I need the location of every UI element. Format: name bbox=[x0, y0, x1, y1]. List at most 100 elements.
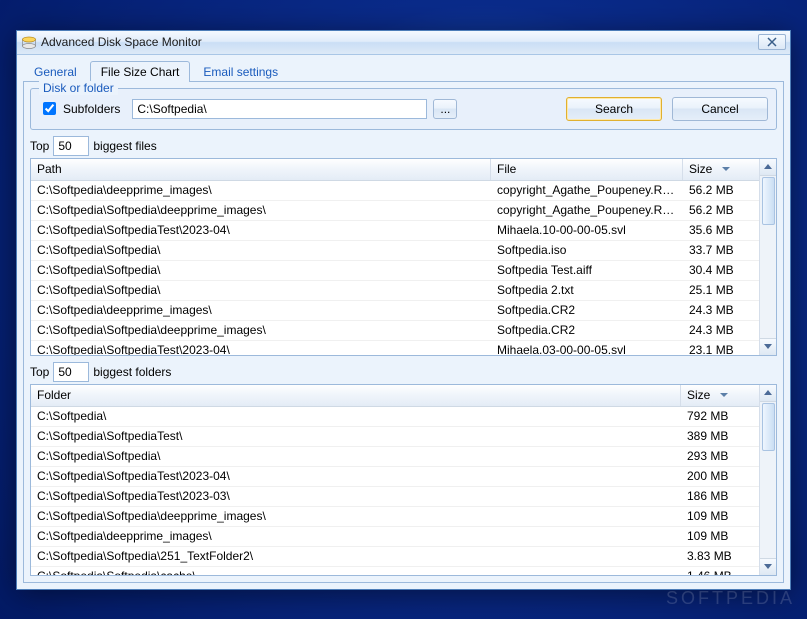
scroll-up-button[interactable] bbox=[760, 385, 776, 402]
disk-or-folder-group: Disk or folder Subfolders ... Search Can… bbox=[30, 88, 777, 130]
tab-panel: Disk or folder Subfolders ... Search Can… bbox=[23, 81, 784, 583]
folders-header-size[interactable]: Size bbox=[681, 385, 759, 406]
cell-folder: C:\Softpedia\Softpedia\251_TextFolder2\ bbox=[31, 549, 681, 563]
cell-size: 35.6 MB bbox=[683, 223, 759, 237]
cell-folder: C:\Softpedia\Softpedia\ bbox=[31, 449, 681, 463]
cell-folder: C:\Softpedia\Softpedia\cache\ bbox=[31, 569, 681, 575]
window-title: Advanced Disk Space Monitor bbox=[41, 35, 758, 49]
cell-size: 200 MB bbox=[681, 469, 759, 483]
app-icon bbox=[21, 34, 37, 50]
cell-file: Softpedia Test.aiff bbox=[491, 263, 683, 277]
cell-folder: C:\Softpedia\ bbox=[31, 409, 681, 423]
table-row[interactable]: C:\Softpedia\792 MB bbox=[31, 407, 759, 427]
cell-file: Softpedia.iso bbox=[491, 243, 683, 257]
search-button[interactable]: Search bbox=[566, 97, 662, 121]
cell-path: C:\Softpedia\Softpedia\ bbox=[31, 263, 491, 277]
folders-top-row: Top biggest folders bbox=[30, 362, 777, 382]
folders-header-folder[interactable]: Folder bbox=[31, 385, 681, 406]
cell-size: 792 MB bbox=[681, 409, 759, 423]
folders-table: Folder Size C:\Softpedia\792 MBC:\Softpe… bbox=[30, 384, 777, 576]
subfolders-label: Subfolders bbox=[63, 102, 120, 116]
tab-email-settings[interactable]: Email settings bbox=[192, 61, 289, 82]
titlebar[interactable]: Advanced Disk Space Monitor bbox=[17, 31, 790, 55]
table-row[interactable]: C:\Softpedia\SoftpediaTest\2023-04\Mihae… bbox=[31, 341, 759, 355]
table-row[interactable]: C:\Softpedia\SoftpediaTest\2023-03\186 M… bbox=[31, 487, 759, 507]
scroll-thumb[interactable] bbox=[762, 403, 775, 451]
table-row[interactable]: C:\Softpedia\deepprime_images\Softpedia.… bbox=[31, 301, 759, 321]
cancel-button[interactable]: Cancel bbox=[672, 97, 768, 121]
table-row[interactable]: C:\Softpedia\Softpedia\deepprime_images\… bbox=[31, 201, 759, 221]
cell-size: 109 MB bbox=[681, 509, 759, 523]
table-row[interactable]: C:\Softpedia\Softpedia\Softpedia 2.txt25… bbox=[31, 281, 759, 301]
close-button[interactable] bbox=[758, 34, 786, 50]
cell-path: C:\Softpedia\deepprime_images\ bbox=[31, 303, 491, 317]
main-window: Advanced Disk Space Monitor General File… bbox=[16, 30, 791, 590]
cell-size: 24.3 MB bbox=[683, 323, 759, 337]
table-row[interactable]: C:\Softpedia\SoftpediaTest\389 MB bbox=[31, 427, 759, 447]
cell-size: 56.2 MB bbox=[683, 183, 759, 197]
cell-file: Softpedia.CR2 bbox=[491, 323, 683, 337]
scroll-up-button[interactable] bbox=[760, 159, 776, 176]
path-input[interactable] bbox=[132, 99, 427, 119]
cell-file: copyright_Agathe_Poupeney.RAF bbox=[491, 183, 683, 197]
chevron-up-icon bbox=[764, 164, 772, 169]
cell-path: C:\Softpedia\Softpedia\ bbox=[31, 283, 491, 297]
files-top-input[interactable] bbox=[53, 136, 89, 156]
cell-file: copyright_Agathe_Poupeney.RAF bbox=[491, 203, 683, 217]
cell-file: Mihaela.03-00-00-05.svl bbox=[491, 343, 683, 355]
table-row[interactable]: C:\Softpedia\Softpedia\Softpedia.iso33.7… bbox=[31, 241, 759, 261]
subfolders-checkbox-wrap[interactable]: Subfolders bbox=[39, 99, 120, 118]
cell-folder: C:\Softpedia\Softpedia\deepprime_images\ bbox=[31, 509, 681, 523]
cell-size: 30.4 MB bbox=[683, 263, 759, 277]
cell-size: 389 MB bbox=[681, 429, 759, 443]
content-area: General File Size Chart Email settings D… bbox=[17, 55, 790, 589]
table-row[interactable]: C:\Softpedia\deepprime_images\copyright_… bbox=[31, 181, 759, 201]
table-row[interactable]: C:\Softpedia\Softpedia\deepprime_images\… bbox=[31, 321, 759, 341]
cell-path: C:\Softpedia\Softpedia\ bbox=[31, 243, 491, 257]
cell-path: C:\Softpedia\Softpedia\deepprime_images\ bbox=[31, 203, 491, 217]
cell-folder: C:\Softpedia\deepprime_images\ bbox=[31, 529, 681, 543]
cell-size: 24.3 MB bbox=[683, 303, 759, 317]
cell-path: C:\Softpedia\deepprime_images\ bbox=[31, 183, 491, 197]
table-row[interactable]: C:\Softpedia\Softpedia\Softpedia Test.ai… bbox=[31, 261, 759, 281]
scroll-down-button[interactable] bbox=[760, 558, 776, 575]
folders-top-input[interactable] bbox=[53, 362, 89, 382]
table-row[interactable]: C:\Softpedia\Softpedia\deepprime_images\… bbox=[31, 507, 759, 527]
tab-general[interactable]: General bbox=[23, 61, 88, 82]
tab-bar: General File Size Chart Email settings bbox=[23, 61, 784, 82]
files-top-prefix: Top bbox=[30, 139, 49, 153]
table-row[interactable]: C:\Softpedia\SoftpediaTest\2023-04\Mihae… bbox=[31, 221, 759, 241]
table-row[interactable]: C:\Softpedia\SoftpediaTest\2023-04\200 M… bbox=[31, 467, 759, 487]
cell-file: Mihaela.10-00-00-05.svl bbox=[491, 223, 683, 237]
cell-size: 25.1 MB bbox=[683, 283, 759, 297]
cell-path: C:\Softpedia\SoftpediaTest\2023-04\ bbox=[31, 223, 491, 237]
folders-top-prefix: Top bbox=[30, 365, 49, 379]
cell-size: 56.2 MB bbox=[683, 203, 759, 217]
cell-size: 3.83 MB bbox=[681, 549, 759, 563]
table-row[interactable]: C:\Softpedia\deepprime_images\109 MB bbox=[31, 527, 759, 547]
watermark: SOFTPEDIA bbox=[666, 588, 795, 609]
cell-size: 33.7 MB bbox=[683, 243, 759, 257]
table-row[interactable]: C:\Softpedia\Softpedia\293 MB bbox=[31, 447, 759, 467]
folders-scrollbar[interactable] bbox=[759, 385, 776, 575]
browse-button[interactable]: ... bbox=[433, 99, 457, 119]
files-top-row: Top biggest files bbox=[30, 136, 777, 156]
folders-top-suffix: biggest folders bbox=[93, 365, 171, 379]
table-row[interactable]: C:\Softpedia\Softpedia\251_TextFolder2\3… bbox=[31, 547, 759, 567]
scroll-thumb[interactable] bbox=[762, 177, 775, 225]
table-row[interactable]: C:\Softpedia\Softpedia\cache\1.46 MB bbox=[31, 567, 759, 575]
cell-file: Softpedia.CR2 bbox=[491, 303, 683, 317]
files-top-suffix: biggest files bbox=[93, 139, 156, 153]
files-scrollbar[interactable] bbox=[759, 159, 776, 355]
sort-desc-icon bbox=[720, 393, 728, 397]
files-header-file[interactable]: File bbox=[491, 159, 683, 180]
files-table: Path File Size C:\Softpedia\deepprime_im… bbox=[30, 158, 777, 356]
scroll-down-button[interactable] bbox=[760, 338, 776, 355]
cell-file: Softpedia 2.txt bbox=[491, 283, 683, 297]
files-header-size[interactable]: Size bbox=[683, 159, 759, 180]
cell-size: 293 MB bbox=[681, 449, 759, 463]
subfolders-checkbox[interactable] bbox=[43, 102, 56, 115]
cell-folder: C:\Softpedia\SoftpediaTest\ bbox=[31, 429, 681, 443]
files-header-path[interactable]: Path bbox=[31, 159, 491, 180]
tab-file-size-chart[interactable]: File Size Chart bbox=[90, 61, 191, 82]
